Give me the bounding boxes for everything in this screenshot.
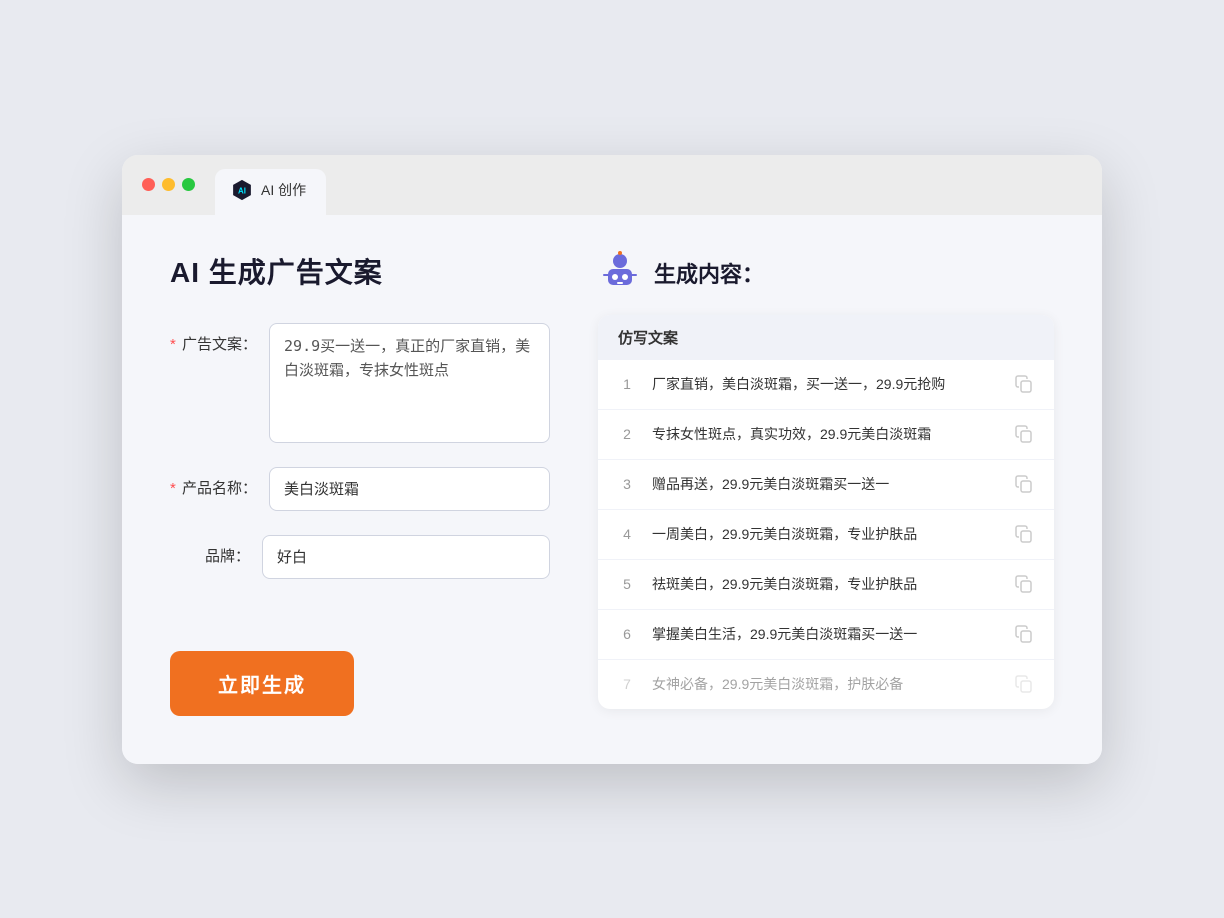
browser-titlebar: AI AI 创作 — [122, 155, 1102, 215]
right-title: 生成内容： — [654, 257, 764, 289]
ad-copy-group: * 广告文案： 29.9买一送一，真正的厂家直销，美白淡斑霜，专抹女性斑点 — [170, 323, 550, 443]
product-name-label: * 产品名称： — [170, 467, 257, 498]
copy-icon-3[interactable] — [1014, 474, 1034, 494]
brand-label: 品牌： — [170, 535, 250, 566]
result-row-4: 4 一周美白，29.9元美白淡斑霜，专业护肤品 — [598, 510, 1054, 560]
result-row-2: 2 专抹女性斑点，真实功效，29.9元美白淡斑霜 — [598, 410, 1054, 460]
result-num-7: 7 — [618, 676, 636, 692]
result-text-5: 祛斑美白，29.9元美白淡斑霜，专业护肤品 — [652, 574, 998, 595]
result-num-4: 4 — [618, 526, 636, 542]
result-row-5: 5 祛斑美白，29.9元美白淡斑霜，专业护肤品 — [598, 560, 1054, 610]
result-text-3: 赠品再送，29.9元美白淡斑霜买一送一 — [652, 474, 998, 495]
svg-text:AI: AI — [238, 186, 246, 195]
minimize-button[interactable] — [162, 178, 175, 191]
copy-icon-7[interactable] — [1014, 674, 1034, 694]
required-star-1: * — [170, 336, 176, 353]
copy-icon-5[interactable] — [1014, 574, 1034, 594]
browser-content: AI 生成广告文案 * 广告文案： 29.9买一送一，真正的厂家直销，美白淡斑霜… — [122, 215, 1102, 764]
right-panel: 生成内容： 仿写文案 1 厂家直销，美白淡斑霜，买一送一，29.9元抢购 2 专… — [598, 251, 1054, 716]
results-card: 仿写文案 1 厂家直销，美白淡斑霜，买一送一，29.9元抢购 2 专抹女性斑点，… — [598, 315, 1054, 709]
required-star-2: * — [170, 480, 176, 497]
copy-icon-4[interactable] — [1014, 524, 1034, 544]
result-row-6: 6 掌握美白生活，29.9元美白淡斑霜买一送一 — [598, 610, 1054, 660]
product-name-input[interactable] — [269, 467, 550, 511]
copy-icon-2[interactable] — [1014, 424, 1034, 444]
result-text-1: 厂家直销，美白淡斑霜，买一送一，29.9元抢购 — [652, 374, 998, 395]
brand-input[interactable] — [262, 535, 550, 579]
result-text-2: 专抹女性斑点，真实功效，29.9元美白淡斑霜 — [652, 424, 998, 445]
result-text-6: 掌握美白生活，29.9元美白淡斑霜买一送一 — [652, 624, 998, 645]
maximize-button[interactable] — [182, 178, 195, 191]
traffic-lights — [142, 178, 195, 205]
result-text-7: 女神必备，29.9元美白淡斑霜，护肤必备 — [652, 674, 998, 695]
browser-window: AI AI 创作 AI 生成广告文案 * 广告文案： 29.9买一送一，真正的厂… — [122, 155, 1102, 764]
copy-icon-6[interactable] — [1014, 624, 1034, 644]
result-num-2: 2 — [618, 426, 636, 442]
product-name-group: * 产品名称： — [170, 467, 550, 511]
result-num-1: 1 — [618, 376, 636, 392]
copy-icon-1[interactable] — [1014, 374, 1034, 394]
brand-group: 品牌： — [170, 535, 550, 579]
result-row-1: 1 厂家直销，美白淡斑霜，买一送一，29.9元抢购 — [598, 360, 1054, 410]
page-title: AI 生成广告文案 — [170, 251, 550, 291]
ai-tab-icon: AI — [231, 179, 253, 201]
left-panel: AI 生成广告文案 * 广告文案： 29.9买一送一，真正的厂家直销，美白淡斑霜… — [170, 251, 550, 716]
right-header: 生成内容： — [598, 251, 1054, 295]
result-num-5: 5 — [618, 576, 636, 592]
result-row-3: 3 赠品再送，29.9元美白淡斑霜买一送一 — [598, 460, 1054, 510]
tab-label: AI 创作 — [261, 180, 306, 200]
generate-button[interactable]: 立即生成 — [170, 651, 354, 716]
robot-icon — [598, 251, 642, 295]
browser-tab[interactable]: AI AI 创作 — [215, 169, 326, 215]
result-text-4: 一周美白，29.9元美白淡斑霜，专业护肤品 — [652, 524, 998, 545]
result-num-3: 3 — [618, 476, 636, 492]
close-button[interactable] — [142, 178, 155, 191]
result-row-7: 7 女神必备，29.9元美白淡斑霜，护肤必备 — [598, 660, 1054, 709]
ad-copy-label: * 广告文案： — [170, 323, 257, 354]
result-num-6: 6 — [618, 626, 636, 642]
ad-copy-input[interactable]: 29.9买一送一，真正的厂家直销，美白淡斑霜，专抹女性斑点 — [269, 323, 550, 443]
results-header: 仿写文案 — [598, 315, 1054, 360]
